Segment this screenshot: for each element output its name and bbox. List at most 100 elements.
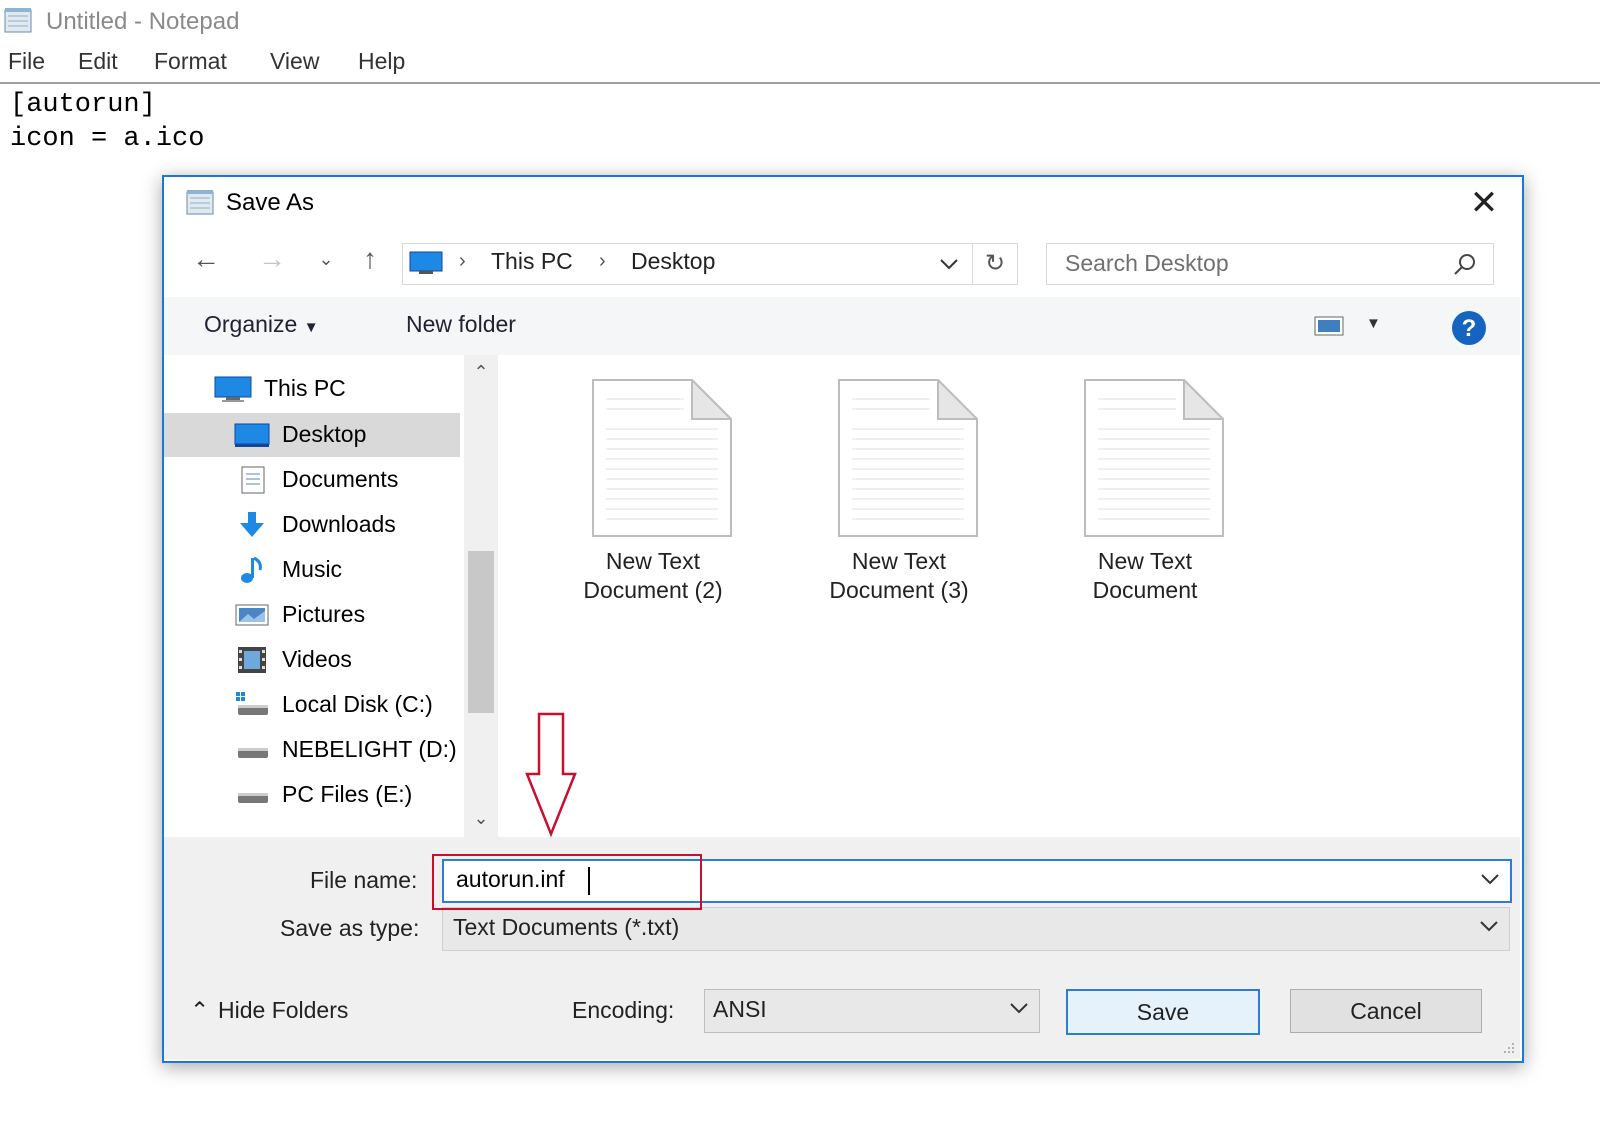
scrollbar-thumb[interactable] xyxy=(468,551,494,713)
forward-arrow-icon[interactable]: → xyxy=(252,239,292,279)
notepad-titlebar: Untitled - Notepad xyxy=(0,0,1600,44)
text-document-icon xyxy=(1084,377,1226,537)
nav-label: Music xyxy=(282,556,343,582)
resize-grip-icon[interactable] xyxy=(1500,1039,1516,1055)
menu-file[interactable]: File xyxy=(8,48,45,75)
search-input[interactable]: Search Desktop xyxy=(1046,243,1494,285)
nav-label: Desktop xyxy=(282,421,367,447)
nav-item-nebelight-d[interactable]: NEBELIGHT (D:) xyxy=(164,728,460,772)
nav-item-music[interactable]: Music xyxy=(164,548,460,592)
file-name: New Text Document (3) xyxy=(784,547,1014,605)
close-icon[interactable]: ✕ xyxy=(1466,185,1502,221)
recent-locations-chevron-icon[interactable]: ⌄ xyxy=(306,239,346,279)
annotation-down-arrow xyxy=(524,712,578,838)
address-bar[interactable]: › This PC › Desktop xyxy=(402,243,1018,285)
hide-folders-label: Hide Folders xyxy=(218,997,349,1023)
file-item[interactable]: New Text Document (3) xyxy=(784,377,1014,619)
save-as-type-select[interactable]: Text Documents (*.txt) xyxy=(442,907,1510,951)
back-arrow-icon[interactable]: ← xyxy=(186,239,226,279)
refresh-icon[interactable]: ↻ xyxy=(972,243,1018,285)
file-name-dropdown-icon[interactable] xyxy=(1480,869,1500,889)
encoding-dropdown-icon xyxy=(1009,998,1029,1018)
save-as-icon xyxy=(184,187,216,217)
save-as-type-value: Text Documents (*.txt) xyxy=(453,914,680,940)
file-name-line1: New Text xyxy=(851,548,947,574)
menu-view[interactable]: View xyxy=(270,48,319,75)
nav-label: Pictures xyxy=(282,601,366,627)
navigation-pane: This PC Desktop Documents Downloads Musi… xyxy=(164,355,464,837)
file-name-line1: New Text xyxy=(605,548,701,574)
file-name-line2: Document (3) xyxy=(829,577,969,603)
view-options-icon[interactable] xyxy=(1314,315,1346,337)
organize-label: Organize xyxy=(204,311,298,337)
save-as-dialog: Save As ✕ ← → ⌄ ↑ › This PC › Desktop ↻ … xyxy=(162,175,1524,1063)
save-as-type-dropdown-icon xyxy=(1479,916,1499,936)
search-placeholder: Search Desktop xyxy=(1065,250,1229,276)
file-name-line2: Document (2) xyxy=(583,577,723,603)
encoding-label: Encoding: xyxy=(572,997,675,1023)
nav-label: This PC xyxy=(264,375,346,401)
notepad-editor[interactable]: [autorun] icon = a.ico xyxy=(10,88,204,156)
search-icon xyxy=(1453,252,1477,276)
save-button[interactable]: Save xyxy=(1066,989,1260,1035)
nav-label: PC Files (E:) xyxy=(282,781,413,807)
nav-label: Videos xyxy=(282,646,352,672)
nav-item-downloads[interactable]: Downloads xyxy=(164,503,460,547)
this-pc-icon xyxy=(409,250,443,276)
downloads-icon xyxy=(234,511,270,539)
new-folder-button[interactable]: New folder xyxy=(406,311,516,338)
file-name-line1: New Text xyxy=(1097,548,1193,574)
text-document-icon xyxy=(838,377,980,537)
organize-button[interactable]: Organize ▼ xyxy=(204,311,319,338)
nav-item-documents[interactable]: Documents xyxy=(164,458,460,502)
nav-item-videos[interactable]: Videos xyxy=(164,638,460,682)
navigation-scrollbar[interactable]: ⌃ ⌄ xyxy=(464,355,498,837)
menu-edit[interactable]: Edit xyxy=(78,48,118,75)
command-toolbar: Organize ▼ New folder ▼ ? xyxy=(164,297,1520,355)
nav-label: NEBELIGHT (D:) xyxy=(282,736,457,762)
organize-dropdown-icon: ▼ xyxy=(303,319,319,336)
nav-label: Local Disk (C:) xyxy=(282,691,433,717)
encoding-value: ANSI xyxy=(713,996,767,1022)
breadcrumb-this-pc[interactable]: This PC xyxy=(491,248,573,275)
notepad-icon xyxy=(2,6,34,34)
text-document-icon xyxy=(592,377,734,537)
nav-item-this-pc[interactable]: This PC xyxy=(164,367,460,411)
music-icon xyxy=(234,556,270,584)
scroll-down-icon[interactable]: ⌄ xyxy=(464,803,498,833)
dialog-title: Save As xyxy=(226,189,315,216)
file-item[interactable]: New Text Document xyxy=(1030,377,1260,619)
up-arrow-icon[interactable]: ↑ xyxy=(350,239,390,279)
hide-folders-button[interactable]: ⌃ Hide Folders xyxy=(190,997,348,1024)
save-options-panel: File name: autorun.inf Save as type: Tex… xyxy=(164,837,1520,1059)
save-as-type-label: Save as type: xyxy=(280,915,420,941)
view-dropdown-icon[interactable]: ▼ xyxy=(1366,315,1381,332)
menu-help[interactable]: Help xyxy=(358,48,405,75)
address-dropdown-icon[interactable] xyxy=(937,254,961,274)
file-name: New Text Document (2) xyxy=(538,547,768,605)
nav-item-pictures[interactable]: Pictures xyxy=(164,593,460,637)
notepad-title: Untitled - Notepad xyxy=(46,8,240,35)
chevron-up-icon: ⌃ xyxy=(190,997,210,1023)
breadcrumb-desktop[interactable]: Desktop xyxy=(631,248,715,275)
cancel-button[interactable]: Cancel xyxy=(1290,989,1482,1033)
encoding-select[interactable]: ANSI xyxy=(704,989,1040,1033)
scroll-up-icon[interactable]: ⌃ xyxy=(464,357,498,387)
drive-icon xyxy=(234,781,270,809)
file-name: New Text Document xyxy=(1030,547,1260,605)
svg-text:?: ? xyxy=(1462,315,1477,342)
nav-label: Downloads xyxy=(282,511,396,537)
drive-icon xyxy=(234,736,270,764)
pictures-icon xyxy=(234,601,270,629)
file-item[interactable]: New Text Document (2) xyxy=(538,377,768,619)
nav-label: Documents xyxy=(282,466,399,492)
file-name-label: File name: xyxy=(310,867,418,893)
nav-item-pc-files-e[interactable]: PC Files (E:) xyxy=(164,773,460,817)
nav-item-desktop[interactable]: Desktop xyxy=(164,413,460,457)
menu-format[interactable]: Format xyxy=(154,48,227,75)
help-icon[interactable]: ? xyxy=(1450,309,1488,347)
desktop-icon xyxy=(234,421,270,449)
file-list: New Text Document (2) New Text Document (3… xyxy=(498,355,1520,837)
file-name-line2: Document xyxy=(1092,577,1198,603)
nav-item-local-disk-c[interactable]: Local Disk (C:) xyxy=(164,683,460,727)
